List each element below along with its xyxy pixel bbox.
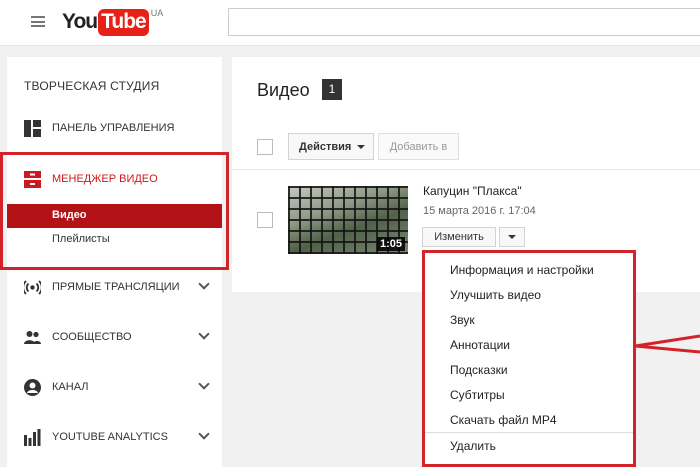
video-title[interactable]: Капуцин "Плакса"	[423, 184, 522, 198]
edit-dropdown-menu: Информация и настройки Улучшить видео Зв…	[422, 250, 636, 467]
sidebar-item-analytics[interactable]: YOUTUBE ANALYTICS	[7, 422, 222, 452]
add-to-button[interactable]: Добавить в	[378, 133, 459, 160]
dashboard-icon	[24, 119, 41, 137]
menu-item-audio[interactable]: Звук	[425, 308, 633, 332]
top-bar: You Tube UA	[0, 0, 700, 46]
menu-item-label: Удалить	[450, 439, 496, 453]
menu-item-download-mp4[interactable]: Скачать файл MP4	[425, 408, 633, 432]
edit-button[interactable]: Изменить	[422, 227, 496, 247]
sidebar-item-label: СООБЩЕСТВО	[52, 331, 132, 343]
menu-icon[interactable]	[31, 16, 45, 27]
video-duration: 1:05	[376, 237, 405, 251]
menu-item-label: Скачать файл MP4	[450, 413, 557, 427]
menu-item-label: Субтитры	[450, 388, 505, 402]
menu-divider	[425, 432, 633, 433]
video-count-badge: 1	[322, 79, 342, 100]
logo-you-text: You	[62, 10, 98, 33]
menu-item-label: Аннотации	[450, 338, 510, 352]
analytics-icon	[24, 428, 41, 446]
search-input[interactable]	[228, 8, 700, 36]
community-icon	[24, 330, 41, 344]
actions-button-label: Действия	[299, 140, 352, 153]
sidebar-title: ТВОРЧЕСКАЯ СТУДИЯ	[24, 79, 160, 93]
menu-item-label: Звук	[450, 313, 475, 327]
sidebar-item-dashboard[interactable]: ПАНЕЛЬ УПРАВЛЕНИЯ	[7, 113, 222, 143]
sidebar-item-label: ПАНЕЛЬ УПРАВЛЕНИЯ	[52, 122, 175, 134]
edit-button-label: Изменить	[434, 231, 484, 243]
add-to-button-label: Добавить в	[389, 140, 448, 153]
menu-item-label: Улучшить видео	[450, 288, 541, 302]
video-thumbnail[interactable]: 1:05	[288, 186, 408, 254]
sidebar-item-channel[interactable]: КАНАЛ	[7, 372, 222, 402]
actions-button[interactable]: Действия	[288, 133, 374, 160]
caret-down-icon	[508, 235, 516, 239]
channel-icon	[24, 378, 41, 396]
sidebar-item-label: КАНАЛ	[52, 381, 89, 393]
annotation-arrow	[635, 334, 700, 354]
video-row-checkbox[interactable]	[257, 212, 273, 228]
sidebar-item-community[interactable]: СООБЩЕСТВО	[7, 322, 222, 352]
caret-down-icon	[357, 144, 366, 149]
logo-tube-text: Tube	[98, 8, 149, 36]
edit-dropdown-toggle[interactable]	[499, 227, 525, 247]
chevron-down-icon[interactable]	[198, 428, 210, 440]
sidebar-item-label: ПРЯМЫЕ ТРАНСЛЯЦИИ	[52, 281, 180, 293]
chevron-down-icon[interactable]	[198, 378, 210, 390]
chevron-down-icon[interactable]	[198, 328, 210, 340]
sidebar-item-live[interactable]: ПРЯМЫЕ ТРАНСЛЯЦИИ	[7, 272, 222, 302]
divider	[232, 169, 700, 170]
video-date: 15 марта 2016 г. 17:04	[423, 205, 536, 217]
sidebar-item-label: YOUTUBE ANALYTICS	[52, 431, 168, 443]
menu-item-label: Подсказки	[450, 363, 508, 377]
chevron-down-icon[interactable]	[198, 278, 210, 290]
page-title: Видео	[257, 80, 310, 100]
menu-item-label: Информация и настройки	[450, 263, 594, 277]
highlight-box-video-manager	[0, 152, 229, 270]
menu-item-delete[interactable]: Удалить	[425, 434, 633, 458]
live-broadcast-icon	[24, 279, 41, 295]
menu-item-annotations[interactable]: Аннотации	[425, 333, 633, 357]
menu-item-subtitles[interactable]: Субтитры	[425, 383, 633, 407]
menu-item-cards[interactable]: Подсказки	[425, 358, 633, 382]
select-all-checkbox[interactable]	[257, 139, 273, 155]
menu-item-enhance[interactable]: Улучшить видео	[425, 283, 633, 307]
menu-item-info-settings[interactable]: Информация и настройки	[425, 258, 633, 282]
youtube-logo[interactable]: You Tube UA	[62, 8, 164, 36]
logo-country-code: UA	[150, 8, 164, 18]
